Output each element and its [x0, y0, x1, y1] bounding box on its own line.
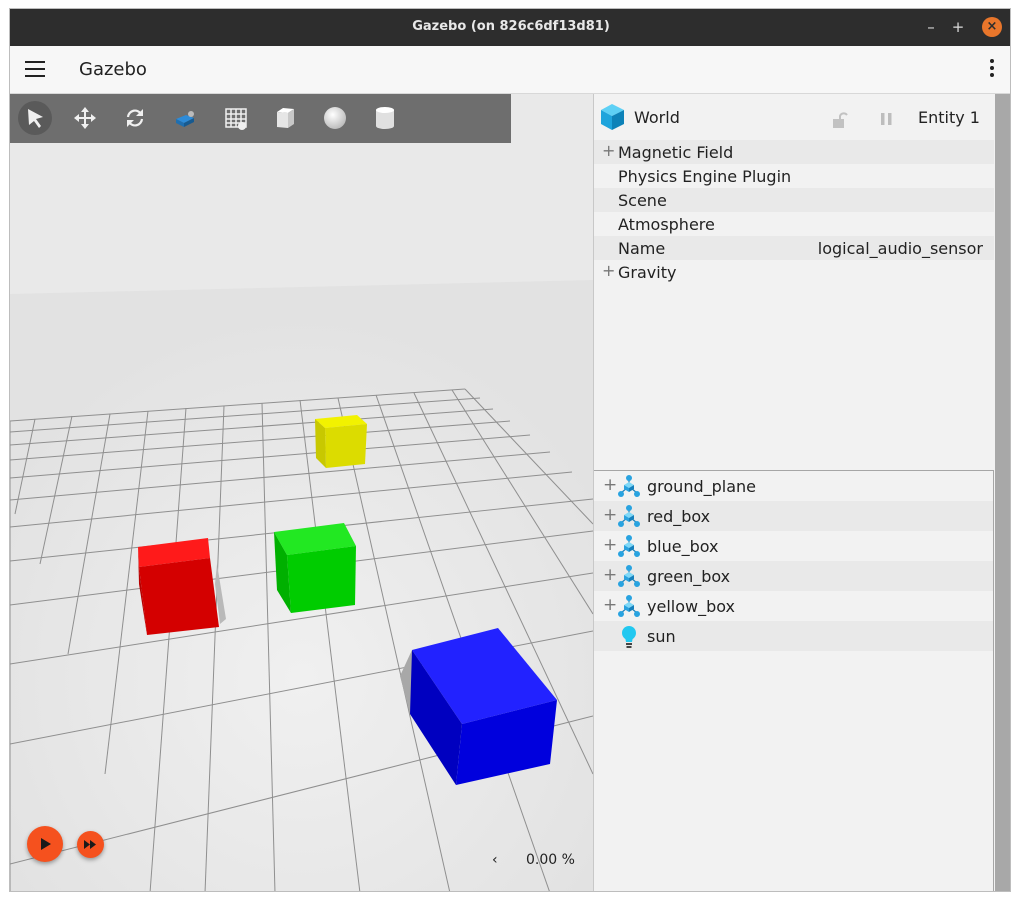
tree-item-label: red_box [647, 507, 711, 526]
component-label: Physics Engine Plugin [618, 167, 792, 186]
component-label: Name [618, 239, 666, 258]
expand-icon[interactable]: + [602, 261, 615, 280]
menu-icon[interactable] [25, 61, 45, 79]
pause-icon[interactable] [880, 112, 894, 126]
model-icon [618, 595, 640, 617]
component-scene[interactable]: Scene [594, 188, 994, 212]
close-button[interactable]: × [982, 17, 1002, 37]
component-label: Scene [618, 191, 667, 210]
maximize-button[interactable]: + [948, 17, 968, 37]
sphere-shape-tool[interactable] [318, 101, 352, 135]
model-icon [618, 535, 640, 557]
fast-forward-icon [84, 840, 96, 849]
rotate-icon [126, 109, 144, 127]
component-atmosphere[interactable]: Atmosphere [594, 212, 994, 236]
rotate-tool[interactable] [118, 101, 152, 135]
step-forward-button[interactable] [77, 831, 104, 858]
arrow-pointer-icon [28, 109, 43, 128]
tree-item-red-box[interactable]: + red_box [594, 501, 993, 531]
app-title: Gazebo [79, 59, 147, 80]
transform-control-tool[interactable] [168, 101, 202, 135]
tree-item-sun[interactable]: sun [594, 621, 993, 651]
box-shape-tool[interactable] [268, 101, 302, 135]
app-window: Gazebo (on 826c6df13d81) – + × Gazebo ‹ … [9, 8, 1011, 892]
grid-config-tool[interactable] [218, 101, 252, 135]
model-icon [618, 475, 640, 497]
tree-item-label: sun [647, 627, 676, 646]
world-cube-icon [601, 104, 624, 130]
window-titlebar: Gazebo (on 826c6df13d81) – + × [10, 9, 1010, 46]
expand-icon[interactable]: + [603, 505, 617, 525]
tree-item-ground-plane[interactable]: + ground_plane [594, 471, 993, 501]
real-time-factor: 0.00 % [526, 852, 575, 868]
component-magnetic-field[interactable]: + Magnetic Field [594, 140, 994, 164]
more-options-icon[interactable] [990, 59, 996, 80]
tree-item-label: blue_box [647, 537, 719, 556]
tree-item-label: ground_plane [647, 477, 756, 496]
unlock-icon[interactable] [832, 111, 848, 129]
component-inspector-header: World Entity 1 [594, 94, 997, 140]
select-tool[interactable] [18, 101, 52, 135]
tree-item-blue-box[interactable]: + blue_box [594, 531, 993, 561]
cylinder-icon [376, 107, 394, 129]
entity-id-label: Entity 1 [918, 108, 980, 127]
scene-render [10, 94, 593, 891]
entity-type-label: World [634, 108, 680, 127]
model-icon [618, 505, 640, 527]
expand-icon[interactable]: + [603, 595, 617, 615]
component-label: Gravity [618, 263, 677, 282]
play-button[interactable] [27, 826, 63, 862]
panel-scrollbar[interactable] [995, 94, 1010, 891]
component-name[interactable]: Name logical_audio_sensor [594, 236, 994, 260]
expand-icon[interactable]: + [602, 141, 615, 160]
play-icon [41, 838, 51, 850]
rtf-collapse-toggle[interactable]: ‹ [492, 852, 498, 868]
entity-tree: + ground_plane + red_box + blue_box + gr… [594, 470, 994, 891]
sphere-icon [324, 107, 346, 129]
cylinder-shape-tool[interactable] [368, 101, 402, 135]
component-gravity[interactable]: + Gravity [594, 260, 994, 284]
scene-toolbar [10, 94, 511, 143]
expand-icon[interactable]: + [603, 475, 617, 495]
box-icon [277, 108, 294, 128]
component-value: logical_audio_sensor [817, 239, 983, 258]
right-panel: World Entity 1 + Magnetic Field Physics … [593, 94, 1010, 891]
tree-item-green-box[interactable]: + green_box [594, 561, 993, 591]
green-box[interactable] [274, 523, 356, 613]
component-label: Atmosphere [618, 215, 715, 234]
tree-item-label: green_box [647, 567, 731, 586]
expand-icon[interactable]: + [603, 565, 617, 585]
yellow-box[interactable] [315, 415, 367, 468]
app-bar: Gazebo [10, 46, 1010, 94]
window-title: Gazebo (on 826c6df13d81) [412, 19, 610, 34]
component-physics-engine-plugin[interactable]: Physics Engine Plugin [594, 164, 994, 188]
tree-item-label: yellow_box [647, 597, 735, 616]
scene-3d-viewport[interactable]: ‹ 0.00 % [10, 94, 593, 891]
expand-icon[interactable]: + [603, 535, 617, 555]
component-label: Magnetic Field [618, 143, 734, 162]
translate-tool[interactable] [68, 101, 102, 135]
move-arrows-icon [74, 107, 96, 129]
tree-item-yellow-box[interactable]: + yellow_box [594, 591, 993, 621]
transform-control-icon [176, 111, 194, 127]
grid-icon [225, 108, 247, 130]
minimize-button[interactable]: – [921, 17, 941, 37]
light-bulb-icon [622, 626, 636, 648]
model-icon [618, 565, 640, 587]
